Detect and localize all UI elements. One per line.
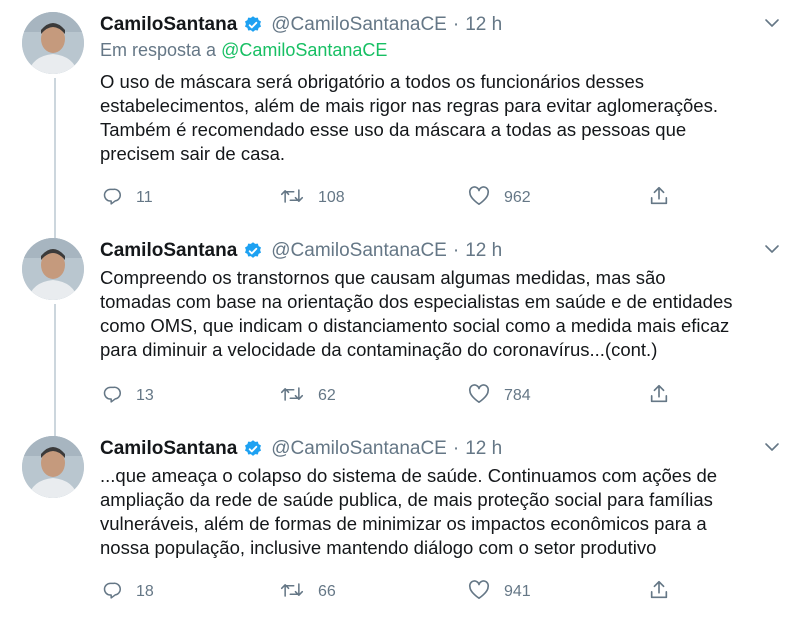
avatar[interactable]: [22, 12, 84, 74]
share-icon: [648, 579, 670, 606]
reply-count: 13: [136, 387, 154, 404]
tweet-text-line: Também é recomendado esse uso da máscara…: [100, 119, 687, 140]
chevron-down-icon[interactable]: [764, 15, 780, 31]
timestamp[interactable]: 12 h: [465, 240, 502, 262]
tweet[interactable]: CamiloSantana @CamiloSantanaCE · 12 h ..…: [0, 424, 800, 617]
avatar[interactable]: [22, 436, 84, 498]
reply-count: 18: [136, 583, 154, 600]
share-icon: [648, 383, 670, 410]
like-button[interactable]: 962: [468, 184, 531, 212]
chevron-down-icon[interactable]: [764, 439, 780, 455]
reply-icon: [102, 384, 122, 409]
tweet-text-line: ...que ameaça o colapso do sistema de sa…: [100, 465, 718, 486]
share-button[interactable]: [648, 382, 670, 410]
tweet-header: CamiloSantana @CamiloSantanaCE · 12 h: [100, 236, 502, 266]
reply-mention-link[interactable]: @CamiloSantanaCE: [221, 40, 387, 60]
tweet-text-line: para diminuir a velocidade da contaminaç…: [100, 339, 658, 360]
tweet-text-line: O uso de máscara será obrigatório a todo…: [100, 71, 644, 92]
retweet-icon: [280, 580, 304, 605]
author-handle[interactable]: @CamiloSantanaCE: [271, 240, 447, 262]
retweet-count: 66: [318, 583, 336, 600]
author-handle[interactable]: @CamiloSantanaCE: [271, 438, 447, 460]
tweet-text-line: Compreendo os transtornos que causam alg…: [100, 267, 666, 288]
separator-dot: ·: [452, 14, 460, 35]
reply-count: 11: [136, 189, 153, 206]
retweet-count: 108: [318, 189, 345, 206]
tweet-header: CamiloSantana @CamiloSantanaCE · 12 h: [100, 10, 502, 40]
share-icon: [648, 185, 670, 212]
tweet-text-line: precisem sair de casa.: [100, 143, 286, 164]
timestamp[interactable]: 12 h: [465, 14, 502, 36]
tweet-text-line: como OMS, que indicam o distanciamento s…: [100, 315, 730, 336]
separator-dot: ·: [452, 438, 460, 459]
like-count: 962: [504, 189, 531, 206]
tweet-actions: 11 108 962: [100, 184, 700, 212]
tweet-text-line: vulneráveis, além de formas de minimizar…: [100, 513, 707, 534]
like-count: 941: [504, 583, 531, 600]
tweet[interactable]: CamiloSantana @CamiloSantanaCE · 12 h Co…: [0, 226, 800, 424]
like-button[interactable]: 784: [468, 382, 531, 410]
tweet-text-line: tomadas com base na orientação dos espec…: [100, 291, 733, 312]
avatar[interactable]: [22, 238, 84, 300]
retweet-button[interactable]: 62: [280, 382, 336, 410]
tweet-text: O uso de máscara será obrigatório a todo…: [100, 70, 790, 166]
author-name[interactable]: CamiloSantana: [100, 240, 237, 262]
share-button[interactable]: [648, 184, 670, 212]
retweet-button[interactable]: 108: [280, 184, 345, 212]
tweet-text-line: nossa população, inclusive mantendo diál…: [100, 537, 657, 558]
reply-button[interactable]: 18: [102, 578, 154, 606]
tweet-actions: 18 66 941: [100, 578, 700, 606]
heart-icon: [468, 383, 490, 409]
chevron-down-icon[interactable]: [764, 241, 780, 257]
like-count: 784: [504, 387, 531, 404]
verified-badge-icon: [243, 439, 263, 459]
author-handle[interactable]: @CamiloSantanaCE: [271, 14, 447, 36]
reply-context: Em resposta a @CamiloSantanaCE: [100, 40, 387, 61]
tweet-text: Compreendo os transtornos que causam alg…: [100, 266, 790, 362]
share-button[interactable]: [648, 578, 670, 606]
heart-icon: [468, 185, 490, 211]
tweet-actions: 13 62 784: [100, 382, 700, 410]
author-name[interactable]: CamiloSantana: [100, 438, 237, 460]
tweet[interactable]: CamiloSantana @CamiloSantanaCE · 12 h Em…: [0, 0, 800, 226]
like-button[interactable]: 941: [468, 578, 531, 606]
reply-prefix: Em resposta a: [100, 40, 222, 60]
retweet-button[interactable]: 66: [280, 578, 336, 606]
thread-line: [54, 226, 56, 238]
reply-icon: [102, 186, 122, 211]
tweet-header: CamiloSantana @CamiloSantanaCE · 12 h: [100, 434, 502, 464]
separator-dot: ·: [452, 240, 460, 261]
reply-button[interactable]: 11: [102, 184, 153, 212]
retweet-count: 62: [318, 387, 336, 404]
tweet-text: ...que ameaça o colapso do sistema de sa…: [100, 464, 790, 560]
thread-line: [54, 304, 56, 424]
verified-badge-icon: [243, 241, 263, 261]
verified-badge-icon: [243, 15, 263, 35]
timestamp[interactable]: 12 h: [465, 438, 502, 460]
author-name[interactable]: CamiloSantana: [100, 14, 237, 36]
heart-icon: [468, 579, 490, 605]
thread-line: [54, 424, 56, 436]
retweet-icon: [280, 186, 304, 211]
thread-line: [54, 78, 56, 226]
retweet-icon: [280, 384, 304, 409]
tweet-text-line: ampliação da rede de saúde publica, de m…: [100, 489, 713, 510]
tweet-text-line: estabelecimentos, além de mais rigor nas…: [100, 95, 718, 116]
reply-icon: [102, 580, 122, 605]
reply-button[interactable]: 13: [102, 382, 154, 410]
